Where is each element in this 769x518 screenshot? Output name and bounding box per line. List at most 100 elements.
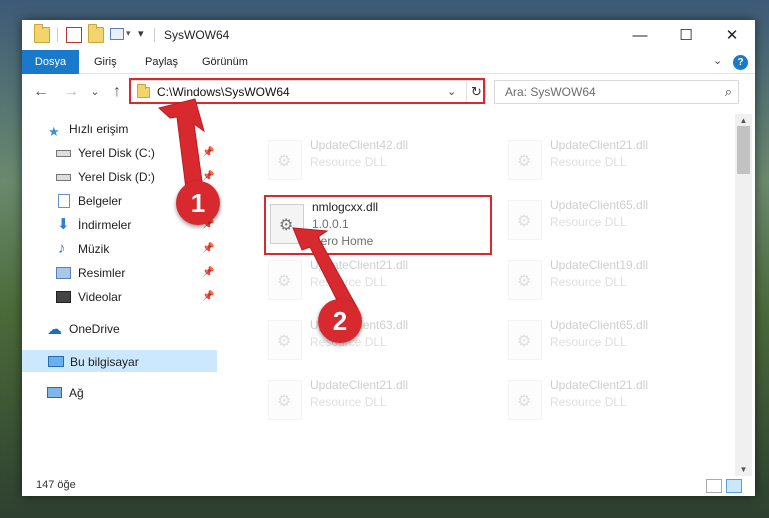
sidebar-item-label: Resimler [78, 266, 126, 280]
details-view-button[interactable] [706, 479, 722, 493]
back-button[interactable]: ← [30, 81, 52, 103]
recent-locations-button[interactable]: ⌄ [84, 81, 106, 103]
dll-file-icon [508, 320, 542, 360]
file-tile[interactable]: UpdateClient21.dll Resource DLL [262, 370, 482, 426]
sidebar-item-label: Belgeler [78, 194, 123, 208]
step-1-badge: 1 [176, 181, 220, 225]
address-highlight-box [129, 78, 485, 104]
file-description: Resource DLL [550, 215, 627, 229]
file-description: Resource DLL [310, 275, 387, 289]
star-icon: ★ [48, 124, 60, 139]
cloud-icon: ☁ [47, 321, 62, 338]
file-name: UpdateClient21.dll [550, 138, 649, 152]
file-description: Resource DLL [550, 395, 627, 409]
dll-file-icon [508, 380, 542, 420]
close-button[interactable]: ✕ [709, 20, 755, 50]
forward-button[interactable]: → [60, 81, 82, 103]
dll-file-icon [508, 260, 542, 300]
scroll-up-icon[interactable]: ▲ [735, 116, 752, 125]
music-icon: ♪ [58, 240, 66, 257]
navigation-pane: ★ Hızlı erişim Yerel Disk (C:) 📌 Yerel D… [22, 114, 217, 476]
sidebar-item-label: Ağ [69, 386, 84, 400]
vertical-scrollbar[interactable]: ▲ ▼ [735, 114, 752, 476]
file-list: UpdateClient42.dll Resource DLL nmlogcxx… [232, 110, 735, 474]
tab-share[interactable]: Paylaş [145, 50, 178, 74]
pin-icon[interactable]: 📌 [202, 142, 214, 164]
maximize-button[interactable]: ☐ [663, 20, 709, 50]
dll-file-icon [268, 320, 302, 360]
folder-icon [34, 24, 50, 43]
tab-view[interactable]: Görünüm [202, 50, 248, 74]
title-bar: ▾ ▾ SysWOW64 — ☐ ✕ [22, 20, 755, 50]
ribbon-expand-icon[interactable]: ⌄ [713, 54, 722, 67]
videos-icon [56, 291, 71, 303]
sidebar-item-pictures[interactable]: Resimler 📌 [22, 262, 217, 284]
file-description: Resource DLL [310, 395, 387, 409]
pin-icon[interactable]: 📌 [202, 238, 214, 260]
pin-icon[interactable]: 📌 [202, 262, 214, 284]
up-button[interactable]: ↑ [106, 81, 128, 103]
sidebar-item-videos[interactable]: Videolar 📌 [22, 286, 217, 308]
dll-file-icon [268, 380, 302, 420]
file-name: UpdateClient19.dll [550, 258, 649, 272]
ribbon-tabs: Dosya Giriş Paylaş Görünüm ⌄ ? [22, 50, 755, 74]
file-tile[interactable]: UpdateClient65.dll Resource DLL [502, 190, 722, 246]
dll-file-icon [508, 200, 542, 240]
tab-file[interactable]: Dosya [22, 50, 79, 74]
properties-icon[interactable] [66, 27, 82, 43]
pictures-icon [56, 267, 71, 279]
sidebar-item-label: Yerel Disk (C:) [78, 146, 155, 160]
status-bar: 147 öğe [22, 476, 755, 496]
sidebar-item-label: Videolar [78, 290, 122, 304]
search-input[interactable]: Ara: SysWOW64 ⌕ [494, 80, 739, 104]
dll-file-icon [508, 140, 542, 180]
network-icon [47, 387, 62, 398]
divider [154, 28, 155, 42]
drive-icon [56, 150, 71, 157]
file-description: Resource DLL [550, 155, 627, 169]
file-tile[interactable]: UpdateClient19.dll Resource DLL [502, 250, 722, 306]
search-placeholder: Ara: SysWOW64 [505, 85, 596, 99]
sidebar-item-local-disk-c[interactable]: Yerel Disk (C:) 📌 [22, 142, 217, 164]
explorer-window: ▾ ▾ SysWOW64 — ☐ ✕ Dosya Giriş Paylaş Gö… [22, 20, 755, 496]
documents-icon [58, 194, 70, 208]
new-folder-icon[interactable] [88, 24, 104, 43]
dll-file-icon [268, 140, 302, 180]
file-description: Resource DLL [310, 155, 387, 169]
file-tile[interactable]: UpdateClient21.dll Resource DLL [502, 370, 722, 426]
file-name: UpdateClient65.dll [550, 198, 649, 212]
chevron-down-icon[interactable]: ▾ [126, 28, 131, 39]
sidebar-item-quick-access[interactable]: ★ Hızlı erişim [22, 118, 217, 140]
sidebar-item-music[interactable]: ♪ Müzik 📌 [22, 238, 217, 260]
drive-icon [56, 174, 71, 181]
file-tile[interactable]: UpdateClient42.dll Resource DLL [262, 130, 482, 186]
file-description: Resource DLL [550, 275, 627, 289]
sidebar-item-network[interactable]: Ağ [22, 382, 217, 404]
file-name: UpdateClient21.dll [550, 378, 649, 392]
sidebar-item-label: Hızlı erişim [69, 122, 129, 136]
help-button[interactable]: ? [733, 55, 748, 70]
tiles-view-button[interactable] [726, 479, 742, 493]
scroll-down-icon[interactable]: ▼ [735, 465, 752, 474]
tab-home[interactable]: Giriş [94, 50, 117, 74]
sidebar-item-this-pc[interactable]: Bu bilgisayar [22, 350, 217, 372]
view-icon[interactable] [110, 28, 124, 40]
search-icon[interactable]: ⌕ [725, 84, 732, 100]
sidebar-item-label: Yerel Disk (D:) [78, 170, 155, 184]
sidebar-item-label: Bu bilgisayar [70, 355, 139, 369]
divider [57, 28, 58, 42]
sidebar-item-label: OneDrive [69, 322, 120, 336]
step-2-badge: 2 [318, 299, 362, 343]
file-tile[interactable]: UpdateClient21.dll Resource DLL [502, 130, 722, 186]
item-count: 147 öğe [36, 479, 76, 491]
pin-icon[interactable]: 📌 [202, 286, 214, 308]
file-tile[interactable]: UpdateClient21.dll Resource DLL [262, 250, 482, 306]
file-name: UpdateClient21.dll [310, 258, 409, 272]
file-tile[interactable]: UpdateClient65.dll Resource DLL [502, 310, 722, 366]
scrollbar-thumb[interactable] [737, 126, 750, 174]
qat-customize-icon[interactable]: ▾ [138, 27, 144, 40]
minimize-button[interactable]: — [617, 20, 663, 50]
sidebar-item-onedrive[interactable]: ☁ OneDrive [22, 318, 217, 340]
file-tile[interactable]: UpdateClient63.dll Resource DLL [262, 310, 482, 366]
file-highlight-box [264, 195, 492, 255]
